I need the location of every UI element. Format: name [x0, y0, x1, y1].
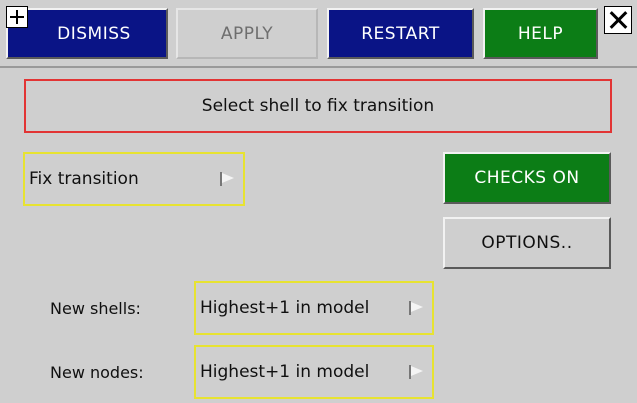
- prompt-text: Select shell to fix transition: [201, 96, 435, 116]
- close-icon[interactable]: [604, 6, 632, 34]
- checks-on-button[interactable]: CHECKS ON: [443, 152, 611, 204]
- new-nodes-label: New nodes:: [50, 362, 144, 382]
- new-nodes-value: Highest+1 in model: [200, 362, 370, 382]
- help-button[interactable]: HELP: [483, 8, 598, 59]
- new-shells-label: New shells:: [50, 298, 141, 318]
- options-button[interactable]: OPTIONS..: [443, 217, 611, 269]
- options-button-label: OPTIONS..: [481, 233, 573, 253]
- flag-icon: [217, 170, 235, 188]
- new-shells-value: Highest+1 in model: [200, 298, 370, 318]
- plus-icon[interactable]: [6, 6, 28, 28]
- fix-transition-panel: DISMISS APPLY RESTART HELP Select shell …: [0, 0, 637, 403]
- mode-dropdown[interactable]: Fix transition: [23, 152, 245, 206]
- flag-icon: [406, 299, 424, 317]
- dismiss-button[interactable]: DISMISS: [6, 8, 168, 59]
- apply-button[interactable]: APPLY: [176, 8, 318, 59]
- checks-on-button-label: CHECKS ON: [474, 168, 580, 188]
- prompt-message: Select shell to fix transition: [24, 79, 612, 133]
- mode-dropdown-value: Fix transition: [29, 169, 139, 189]
- apply-button-label: APPLY: [220, 23, 274, 44]
- toolbar: DISMISS APPLY RESTART HELP: [0, 0, 637, 68]
- help-button-label: HELP: [517, 23, 564, 44]
- flag-icon: [406, 363, 424, 381]
- new-nodes-dropdown[interactable]: Highest+1 in model: [194, 345, 434, 399]
- dismiss-button-label: DISMISS: [57, 23, 131, 44]
- restart-button[interactable]: RESTART: [327, 8, 474, 59]
- restart-button-label: RESTART: [361, 23, 440, 44]
- new-shells-dropdown[interactable]: Highest+1 in model: [194, 281, 434, 335]
